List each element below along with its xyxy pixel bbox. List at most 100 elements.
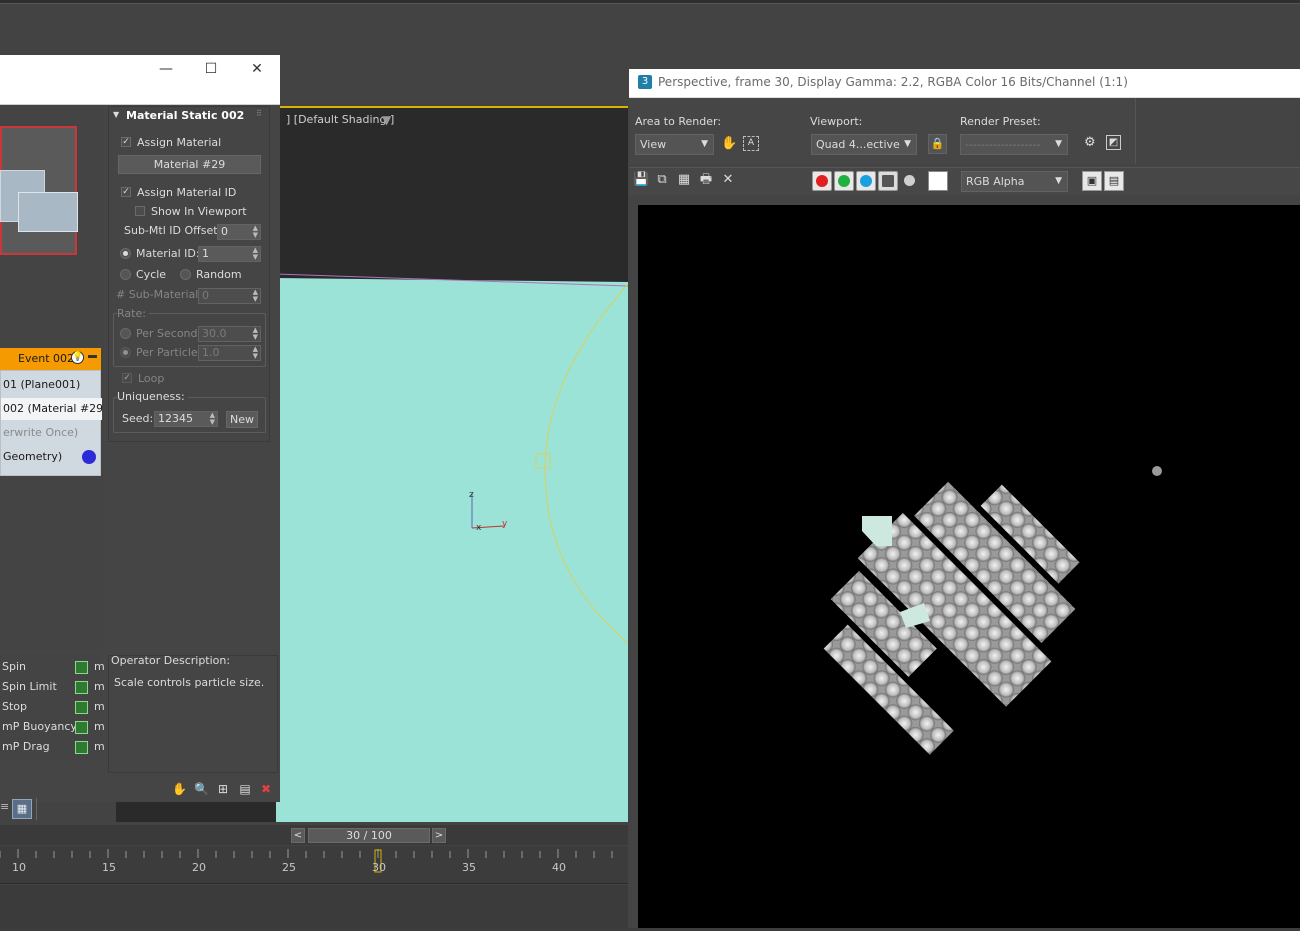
print-image-icon[interactable]: 🖶	[698, 172, 714, 188]
time-slider[interactable]: 30 / 100	[308, 828, 430, 843]
next-frame-button[interactable]: >	[432, 828, 446, 843]
operator-icon[interactable]	[75, 721, 88, 734]
per-second-value: 30.0	[202, 327, 227, 340]
rendered-image[interactable]	[638, 205, 1300, 928]
toggle-ui-overlay-icon[interactable]: ▣	[1082, 171, 1102, 191]
seed-spinner[interactable]: 12345 ▲ ▼	[154, 411, 218, 427]
loop-checkbox[interactable]: ✓	[122, 373, 132, 383]
per-particle-spinner[interactable]: 1.0 ▲ ▼	[198, 345, 261, 361]
blue-channel-button[interactable]	[856, 171, 876, 191]
depot-item-label[interactable]: Spin Limit	[2, 680, 57, 693]
show-in-viewport-checkbox[interactable]	[135, 206, 145, 216]
new-seed-button[interactable]: New	[226, 411, 258, 428]
frame-tick-label: 35	[462, 861, 476, 874]
clone-frame-icon[interactable]: ▦	[676, 172, 692, 188]
operator-icon[interactable]	[75, 701, 88, 714]
display-channel-dropdown[interactable]: RGB Alpha ▼	[961, 171, 1068, 192]
render-frame-title: Perspective, frame 30, Display Gamma: 2.…	[658, 75, 1128, 89]
per-second-label: Per Second:	[136, 327, 202, 340]
rendered-particles	[823, 466, 1162, 755]
environment-effects-icon[interactable]: ◩	[1106, 135, 1121, 150]
per-particle-value: 1.0	[202, 346, 220, 359]
depot-item-suffix: m	[94, 700, 105, 713]
sub-mtl-offset-spinner[interactable]: 0 ▲ ▼	[217, 224, 261, 240]
area-to-render-value: View	[640, 138, 667, 151]
frame-tick-label: 30	[372, 861, 386, 874]
material-id-radio[interactable]	[120, 248, 131, 259]
operator-icon[interactable]	[75, 661, 88, 674]
event-label: Event 002	[18, 352, 75, 365]
filter-icon[interactable]: ▼	[382, 113, 391, 127]
render-setup-icon[interactable]: ⚙	[1084, 135, 1096, 150]
assign-material-id-checkbox[interactable]: ✓	[121, 187, 131, 197]
top-menu-strip	[0, 0, 1300, 4]
event-thumbnail[interactable]	[0, 126, 78, 255]
save-image-icon[interactable]: 💾	[633, 172, 649, 188]
lightbulb-icon[interactable]: 💡	[71, 351, 84, 364]
viewport-dropdown[interactable]: Quad 4...ective ▼	[811, 134, 917, 155]
zoom-icon[interactable]: 🔍	[194, 782, 209, 796]
prev-frame-button[interactable]: <	[291, 828, 305, 843]
per-second-radio[interactable]	[120, 328, 131, 339]
3dsmax-app-icon: 3	[638, 75, 652, 89]
frame-tick-label: 10	[12, 861, 26, 874]
background-color-swatch[interactable]	[928, 171, 948, 191]
zoom-region-icon[interactable]: ⊞	[216, 782, 230, 796]
red-channel-button[interactable]	[812, 171, 832, 191]
sub-mtl-offset-label: Sub-Mtl ID Offset:	[124, 224, 222, 237]
viewport-shading-label[interactable]: ] [Default Shading ]	[286, 113, 394, 126]
assign-material-checkbox[interactable]: ✓	[121, 137, 131, 147]
edit-region-icon[interactable]: ✋	[721, 136, 737, 151]
operator-description-label: Operator Description:	[111, 654, 231, 667]
no-zoom-icon[interactable]: ✖	[259, 782, 273, 796]
per-second-spinner[interactable]: 30.0 ▲ ▼	[198, 326, 261, 342]
graph-layout-icon[interactable]: ▦	[12, 799, 32, 819]
close-button[interactable]: ✕	[237, 57, 277, 81]
rollout-title[interactable]: Material Static 002	[126, 109, 244, 122]
gizmo-x-label: x	[476, 523, 482, 533]
maximize-button[interactable]: ☐	[191, 57, 231, 81]
pan-icon[interactable]: ✋	[172, 782, 187, 796]
sub-materials-spinner[interactable]: 0 ▲ ▼	[198, 288, 261, 304]
green-channel-button[interactable]	[834, 171, 854, 191]
clear-icon[interactable]: ✕	[720, 172, 736, 188]
copy-image-icon[interactable]: ⧉	[654, 172, 670, 188]
rollout-collapse-icon[interactable]: ▼	[113, 110, 119, 119]
lock-icon[interactable]: 🔒	[928, 134, 947, 154]
render-preset-dropdown[interactable]: ------------------- ▼	[960, 134, 1068, 155]
list-item-selected[interactable]: 002 (Material #29)	[1, 398, 102, 420]
collapse-icon[interactable]	[88, 355, 97, 358]
area-to-render-dropdown[interactable]: View ▼	[635, 134, 714, 155]
random-radio[interactable]	[180, 269, 191, 280]
alpha-channel-button[interactable]	[878, 171, 898, 191]
auto-region-icon[interactable]: A	[743, 136, 759, 151]
depot-item-label[interactable]: Stop	[2, 700, 27, 713]
divider	[36, 798, 37, 820]
green-channel-dot	[838, 175, 850, 187]
list-item[interactable]: 01 (Plane001)	[1, 374, 102, 396]
per-particle-radio[interactable]	[120, 347, 131, 358]
assign-material-id-label: Assign Material ID	[137, 186, 237, 199]
red-channel-dot	[816, 175, 828, 187]
depot-item-label[interactable]: mP Drag	[2, 740, 50, 753]
material-button[interactable]: Material #29	[118, 155, 261, 174]
operator-icon[interactable]	[75, 741, 88, 754]
operator-icon[interactable]	[75, 681, 88, 694]
toggle-ui-icon[interactable]: ▤	[1104, 171, 1124, 191]
display-color-swatch[interactable]	[82, 450, 96, 464]
cycle-radio[interactable]	[120, 269, 131, 280]
material-id-spinner[interactable]: 1 ▲ ▼	[198, 246, 261, 262]
uniqueness-label: Uniqueness:	[117, 390, 188, 403]
material-id-value: 1	[202, 247, 209, 260]
menu-icon[interactable]: ≡	[0, 800, 9, 813]
frame-tick-label: 20	[192, 861, 206, 874]
zoom-extents-icon[interactable]: ▤	[238, 782, 252, 796]
rate-label: Rate:	[117, 307, 149, 320]
status-area	[0, 885, 628, 928]
monochrome-icon[interactable]	[904, 175, 915, 186]
depot-item-label[interactable]: mP Buoyancy	[2, 720, 77, 733]
depot-item-suffix: m	[94, 740, 105, 753]
list-item[interactable]: erwrite Once)	[1, 422, 102, 444]
minimize-button[interactable]: —	[146, 57, 186, 81]
depot-item-label[interactable]: Spin	[2, 660, 26, 673]
